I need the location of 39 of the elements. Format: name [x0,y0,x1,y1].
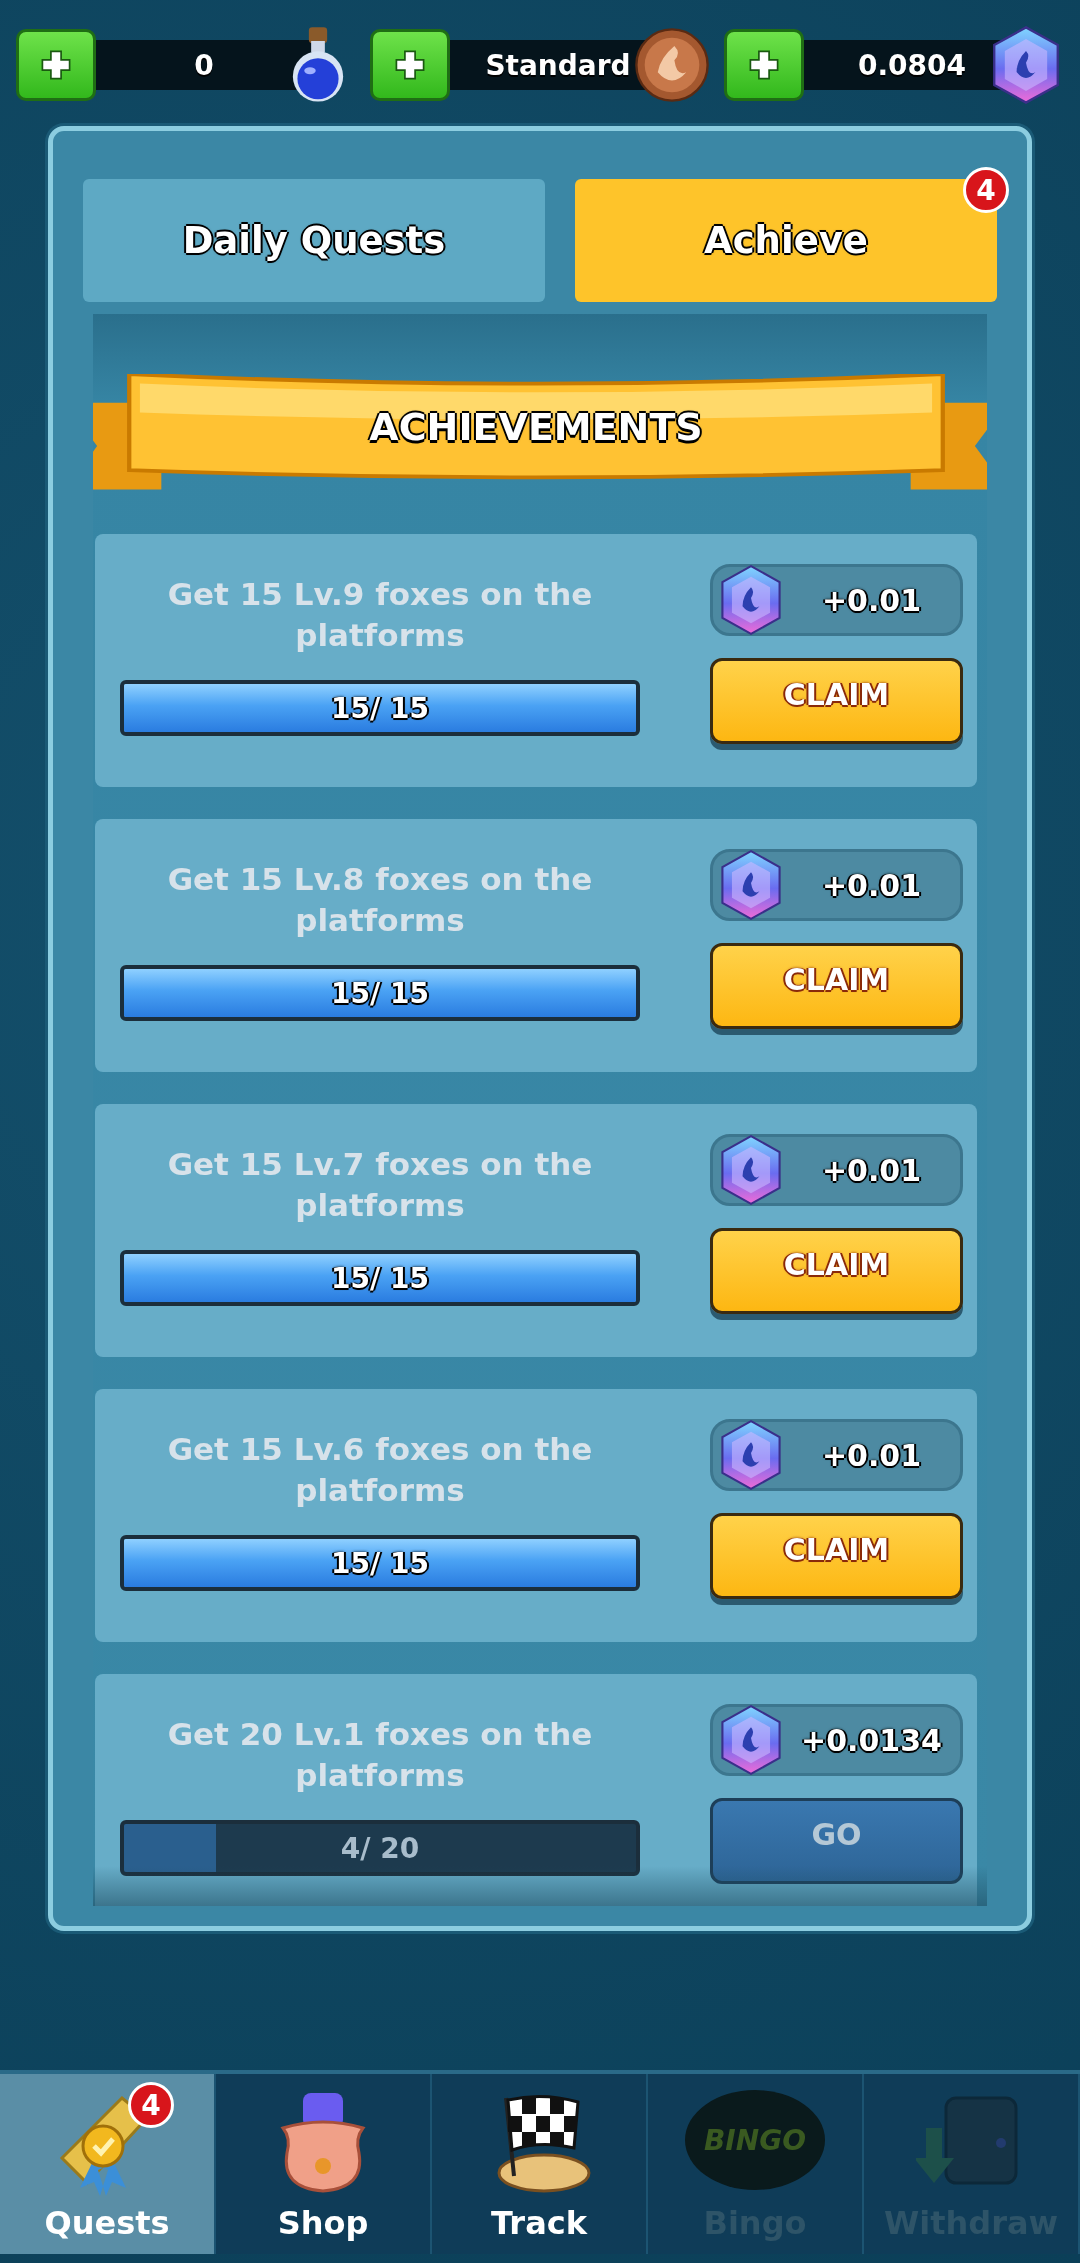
achievement-title: Get 15 Lv.9 foxes on the platforms [166,575,594,655]
plus-icon [393,48,427,82]
nav-label: Shop [277,2204,369,2242]
tab[interactable]: Daily Quests [83,179,545,302]
nav-tab[interactable]: Track [432,2074,648,2254]
gem-icon [719,564,783,636]
reward-value: +0.01 [820,1437,923,1473]
progress-text: 15/ 15 [330,1260,430,1297]
go-button[interactable]: GO [710,1798,963,1884]
progress-text: 4/ 20 [339,1830,421,1867]
gem-icon [719,1134,783,1206]
reward-value: +0.01 [820,582,923,618]
nav-tab[interactable]: Shop [216,2074,432,2254]
progress-text: 15/ 15 [330,690,430,727]
coin-icon [634,25,710,105]
gem-icon [719,1704,783,1776]
plus-icon [39,48,73,82]
reward-value: +0.01 [820,867,923,903]
add-button[interactable] [724,29,804,101]
gem-icon [719,849,783,921]
achievement-title: Get 20 Lv.1 foxes on the platforms [166,1715,594,1795]
achievement-title: Get 15 Lv.8 foxes on the platforms [166,860,594,940]
banner-title: ACHIEVEMENTS [369,404,703,449]
progress-text: 15/ 15 [330,1545,430,1582]
reward-value: +0.0134 [800,1722,943,1758]
bingo-icon: BINGO [685,2090,825,2190]
add-button[interactable] [370,29,450,101]
reward-value: +0.01 [820,1152,923,1188]
plus-icon [747,48,781,82]
count-badge: 4 [128,2082,174,2128]
add-button[interactable] [16,29,96,101]
achievement-title: Get 15 Lv.7 foxes on the platforms [166,1145,594,1225]
nav-tab[interactable]: Quests 4 [0,2074,216,2254]
gem-icon [719,1419,783,1491]
count-badge: 4 [963,167,1009,213]
nav-label: Quests [44,2204,170,2242]
achievement-title: Get 15 Lv.6 foxes on the platforms [166,1430,594,1510]
progress-text: 15/ 15 [330,975,430,1012]
nav-label: Track [491,2204,587,2242]
